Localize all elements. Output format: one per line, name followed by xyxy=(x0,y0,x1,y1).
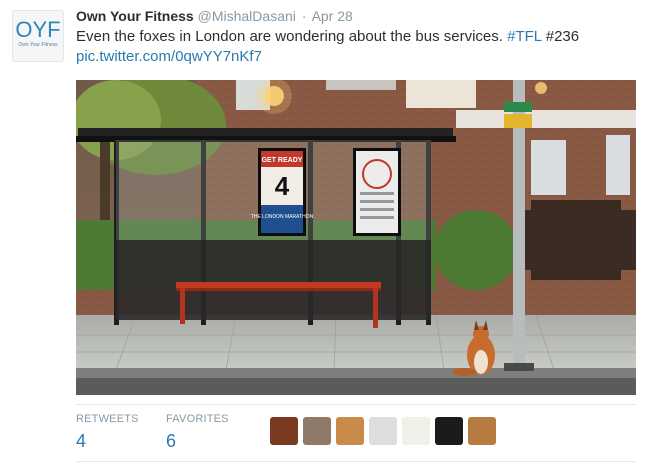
favoriter-avatar[interactable] xyxy=(435,417,463,445)
favorites-stat[interactable]: FAVORITES 6 xyxy=(166,413,229,452)
tweet-stats: RETWEETS 4 FAVORITES 6 xyxy=(76,404,636,462)
poster-number: 4 xyxy=(275,171,290,201)
avatar[interactable]: OYF Own Your Fitness xyxy=(12,10,64,62)
hashtag-link[interactable]: #TFL xyxy=(507,28,541,45)
favorites-label: FAVORITES xyxy=(166,413,229,425)
tweet-body: Even the foxes in London are wondering a… xyxy=(76,28,503,45)
tweet-text: Even the foxes in London are wondering a… xyxy=(76,27,636,67)
favoriter-avatar[interactable] xyxy=(303,417,331,445)
retweets-label: RETWEETS xyxy=(76,413,139,425)
tweet-header: Own Your Fitness @MishalDasani · Apr 28 xyxy=(76,8,353,24)
route-text: #236 xyxy=(545,28,580,45)
tweet-photo[interactable]: GET READY 4 THE LONDON MARATHON xyxy=(76,80,636,395)
favoriter-avatar[interactable] xyxy=(468,417,496,445)
separator-dot: · xyxy=(301,8,307,24)
retweets-count[interactable]: 4 xyxy=(76,431,139,452)
author-handle[interactable]: @MishalDasani xyxy=(198,8,296,24)
poster-footer: THE LONDON MARATHON xyxy=(251,214,314,220)
favoriter-avatar[interactable] xyxy=(402,417,430,445)
poster-headline: GET READY xyxy=(262,157,303,164)
avatar-logo-subtext: Own Your Fitness xyxy=(18,42,58,48)
retweets-stat[interactable]: RETWEETS 4 xyxy=(76,413,139,452)
author-name[interactable]: Own Your Fitness xyxy=(76,8,194,24)
pic-link[interactable]: pic.twitter.com/0qwYY7nKf7 xyxy=(76,48,262,65)
tweet-timestamp[interactable]: Apr 28 xyxy=(312,8,353,24)
favoriter-avatar[interactable] xyxy=(369,417,397,445)
favoriter-avatar[interactable] xyxy=(270,417,298,445)
avatar-logo-text: OYF xyxy=(15,17,61,42)
favoriter-avatar[interactable] xyxy=(336,417,364,445)
favorites-count[interactable]: 6 xyxy=(166,431,229,452)
